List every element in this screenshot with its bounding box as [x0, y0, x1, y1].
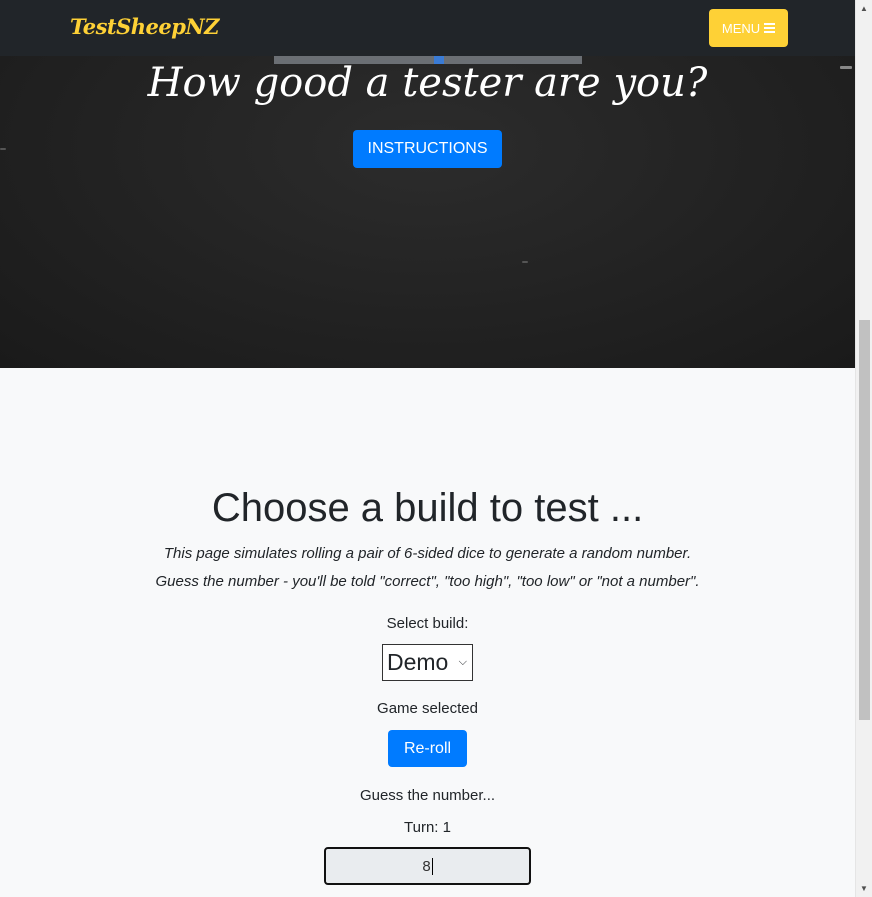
menu-button[interactable]: MENU	[709, 9, 788, 47]
reroll-button[interactable]: Re-roll	[388, 730, 467, 767]
scroll-up-icon[interactable]: ▲	[860, 4, 868, 13]
build-select-value: Demo	[387, 649, 449, 675]
turn-counter: Turn: 1	[404, 819, 451, 836]
hero-title: How good a tester are you?	[147, 60, 708, 106]
select-build-label: Select build:	[386, 615, 469, 632]
menu-label: MENU	[721, 20, 761, 36]
scrollbar-thumb[interactable]	[859, 320, 870, 720]
text-cursor	[431, 857, 433, 875]
scroll-down-icon[interactable]: ▼	[860, 884, 868, 893]
guess-prompt: Guess the number...	[359, 787, 496, 804]
section-title: Choose a build to test ...	[211, 486, 644, 530]
navbar: TestSheepNZ MENU	[0, 0, 855, 56]
description-line-1: This page simulates rolling a pair of 6-…	[163, 545, 692, 562]
bars-icon	[764, 23, 776, 33]
description-line-2: Guess the number - you'll be told "corre…	[155, 573, 700, 590]
page-scrollbar[interactable]: ▲ ▼	[855, 0, 872, 897]
instructions-button[interactable]: INSTRUCTIONS	[353, 130, 502, 168]
build-select[interactable]: Demo ⌵	[382, 644, 473, 681]
guess-input-value: 8	[422, 857, 431, 875]
brand-logo[interactable]: TestSheepNZ	[70, 14, 219, 39]
background-speck	[522, 261, 528, 263]
background-speck	[0, 148, 6, 150]
guess-input[interactable]: 8	[324, 847, 531, 885]
chevron-down-icon: ⌵	[458, 656, 467, 668]
game-status-text: Game selected	[377, 700, 478, 717]
